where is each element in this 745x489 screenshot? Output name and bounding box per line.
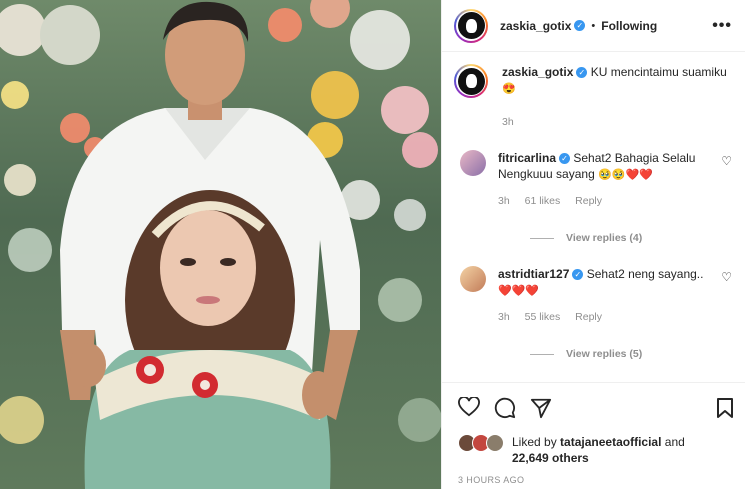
comment-item: astridtiar127 ✓ Sehat2 neng sayang.. ❤️❤️… xyxy=(460,266,740,325)
comment-text: Sehat2 neng sayang.. xyxy=(586,267,704,281)
view-replies-label[interactable]: View replies (5) xyxy=(566,348,642,360)
couple-photo-illustration xyxy=(0,0,441,489)
post-header: zaskia_gotix ✓ • Following ••• xyxy=(442,0,745,52)
post-side-panel: zaskia_gotix ✓ • Following ••• zaskia_go… xyxy=(441,0,745,489)
caption-time: 3h xyxy=(502,116,514,128)
liked-by-prefix: Liked by xyxy=(512,435,557,449)
comment-item: fitricarlina ✓ Sehat2 Bahagia Selalu Neng… xyxy=(460,150,740,209)
replies-divider xyxy=(530,237,554,239)
comment-like-heart-icon[interactable]: ♡ xyxy=(721,270,732,284)
liked-by-count[interactable]: 22,649 others xyxy=(512,451,589,465)
liked-by-and: and xyxy=(664,435,685,449)
like-heart-icon[interactable] xyxy=(458,397,480,417)
commenter-avatar[interactable] xyxy=(460,266,486,292)
caption-emoji: 😍 xyxy=(502,83,516,95)
view-replies-button[interactable]: View replies (4) xyxy=(530,232,642,244)
post-timestamp: 3 HOURS AGO xyxy=(458,475,525,485)
verified-badge-icon: ✓ xyxy=(576,67,588,79)
post-caption: zaskia_gotix ✓ KU mencintaimu suamiku 😍 3h xyxy=(454,64,739,130)
post-actions: Liked by tatajaneetaofficial and 22,649 … xyxy=(442,382,745,489)
liker-avatars[interactable] xyxy=(458,434,508,454)
author-avatar[interactable] xyxy=(454,8,488,43)
caption-text: KU mencintaimu suamiku xyxy=(590,65,727,79)
more-options-icon[interactable]: ••• xyxy=(712,17,732,35)
comment-bubble-icon[interactable] xyxy=(494,397,516,419)
commenter-avatar[interactable] xyxy=(460,150,486,176)
comment-emoji: 🥹🥹❤️❤️ xyxy=(598,169,653,181)
comment-emoji: ❤️❤️❤️ xyxy=(498,285,540,297)
author-username[interactable]: zaskia_gotix xyxy=(500,19,571,33)
liked-by-user[interactable]: tatajaneetaofficial xyxy=(560,435,661,449)
comment-time: 3h xyxy=(498,311,510,323)
replies-divider xyxy=(530,353,554,355)
commenter-username[interactable]: fitricarlina xyxy=(498,151,556,165)
view-replies-label[interactable]: View replies (4) xyxy=(566,232,642,244)
verified-badge-icon: ✓ xyxy=(572,269,584,281)
caption-avatar[interactable] xyxy=(454,64,488,98)
verified-badge-icon: ✓ xyxy=(574,20,586,31)
separator-dot: • xyxy=(591,19,596,32)
share-send-icon[interactable] xyxy=(530,397,552,419)
caption-username[interactable]: zaskia_gotix xyxy=(502,65,573,79)
instagram-post-modal: zaskia_gotix ✓ • Following ••• zaskia_go… xyxy=(0,0,745,489)
commenter-username[interactable]: astridtiar127 xyxy=(498,267,569,281)
comment-like-heart-icon[interactable]: ♡ xyxy=(721,154,732,168)
following-button[interactable]: Following xyxy=(601,19,657,33)
comment-likes[interactable]: 55 likes xyxy=(525,311,561,323)
reply-button[interactable]: Reply xyxy=(575,195,602,207)
reply-button[interactable]: Reply xyxy=(575,311,602,323)
verified-badge-icon: ✓ xyxy=(559,153,571,165)
comment-likes[interactable]: 61 likes xyxy=(525,195,561,207)
post-photo[interactable] xyxy=(0,0,441,489)
comment-time: 3h xyxy=(498,195,510,207)
save-bookmark-icon[interactable] xyxy=(716,397,734,419)
liked-by-row: Liked by tatajaneetaofficial and 22,649 … xyxy=(458,434,685,466)
view-replies-button[interactable]: View replies (5) xyxy=(530,348,642,360)
